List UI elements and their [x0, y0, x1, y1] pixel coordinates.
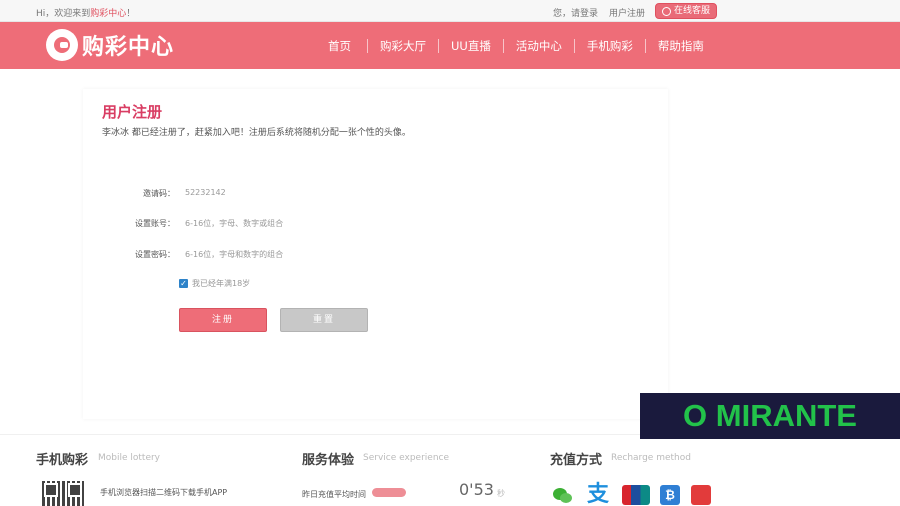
welcome-brand-link[interactable]: 购彩中心 [90, 9, 126, 19]
mobile-download-text: 手机浏览器扫描二维码下载手机APP [100, 488, 228, 497]
wechat-pay-icon [552, 485, 572, 505]
register-card: 用户注册 李冰冰 都已经注册了，赶紧加入吧！注册后系统将随机分配一张个性的头像。… [83, 89, 668, 419]
recharge-time-unit: 秒 [497, 489, 505, 498]
recharge-time-label: 昨日充值平均时间 [302, 490, 366, 499]
nav-help-guide[interactable]: 帮助指南 [644, 38, 716, 53]
alipay-icon: 支 [587, 482, 610, 506]
welcome-prefix: Hi，欢迎来到 [36, 9, 91, 19]
invite-code-input[interactable]: 52232142 [185, 188, 226, 197]
main-nav: 首页 购彩大厅 UU直播 活动中心 手机购彩 帮助指南 [312, 22, 716, 69]
recharge-section-subtitle: Recharge method [611, 453, 691, 463]
welcome-suffix: ！ [126, 9, 136, 19]
checkbox-checked-icon[interactable]: ✓ [179, 279, 188, 288]
logo-icon [46, 29, 78, 61]
site-logo[interactable]: 购彩中心 [46, 29, 174, 61]
register-intro: 李冰冰 都已经注册了，赶紧加入吧！注册后系统将随机分配一张个性的头像。 [102, 128, 411, 138]
nav-mobile-lottery[interactable]: 手机购彩 [573, 38, 645, 53]
logo-text: 购彩中心 [82, 35, 175, 60]
customer-service-button[interactable]: 在线客服 [655, 3, 718, 19]
invite-code-label: 邀请码： [143, 189, 175, 198]
recharge-time-bar [372, 488, 406, 497]
watermark-text: O MIRANTE [683, 398, 857, 433]
bank-pay-icon [691, 485, 711, 505]
login-link[interactable]: 您，请登录 [553, 6, 598, 19]
password-input[interactable]: 6-16位，字母和数字的组合 [185, 249, 283, 260]
customer-service-label: 在线客服 [674, 6, 711, 16]
account-label: 设置账号： [135, 219, 175, 228]
nav-home[interactable]: 首页 [312, 39, 367, 53]
service-section-subtitle: Service experience [363, 453, 450, 463]
recharge-section-title: 充值方式 [550, 453, 603, 468]
account-input[interactable]: 6-16位，字母、数字或组合 [185, 218, 283, 229]
register-link[interactable]: 用户注册 [609, 6, 645, 19]
page-title: 用户注册 [102, 103, 163, 121]
register-button[interactable]: 注册 [179, 308, 267, 332]
age-check[interactable]: ✓ 我已经年满18岁 [179, 278, 250, 289]
top-bar: Hi，欢迎来到购彩中心！ 您，请登录 用户注册 在线客服 [0, 0, 900, 22]
mobile-section-subtitle: Mobile lottery [98, 453, 161, 463]
site-header: 购彩中心 首页 购彩大厅 UU直播 活动中心 手机购彩 帮助指南 [0, 22, 900, 69]
mobile-section-title: 手机购彩 [36, 453, 89, 468]
bitcoin-icon: ₿ [660, 485, 680, 505]
nav-activity-center[interactable]: 活动中心 [502, 38, 574, 53]
service-section-title: 服务体验 [302, 453, 355, 468]
watermark-logo: O MIRANTE [640, 393, 900, 439]
unionpay-icon [622, 485, 650, 505]
site-footer: 手机购彩 Mobile lottery 手机浏览器扫描二维码下载手机APP 服务… [0, 434, 900, 506]
reset-button[interactable]: 重置 [280, 308, 368, 332]
welcome-text: Hi，欢迎来到购彩中心！ [36, 6, 135, 19]
headset-icon [662, 6, 671, 16]
nav-lottery-hall[interactable]: 购彩大厅 [367, 38, 438, 53]
qr-code [42, 481, 84, 506]
age-check-label: 我已经年满18岁 [192, 279, 251, 288]
nav-uu-live[interactable]: UU直播 [438, 38, 503, 53]
password-label: 设置密码： [135, 250, 175, 259]
recharge-time-value: 0'53 [459, 480, 494, 499]
